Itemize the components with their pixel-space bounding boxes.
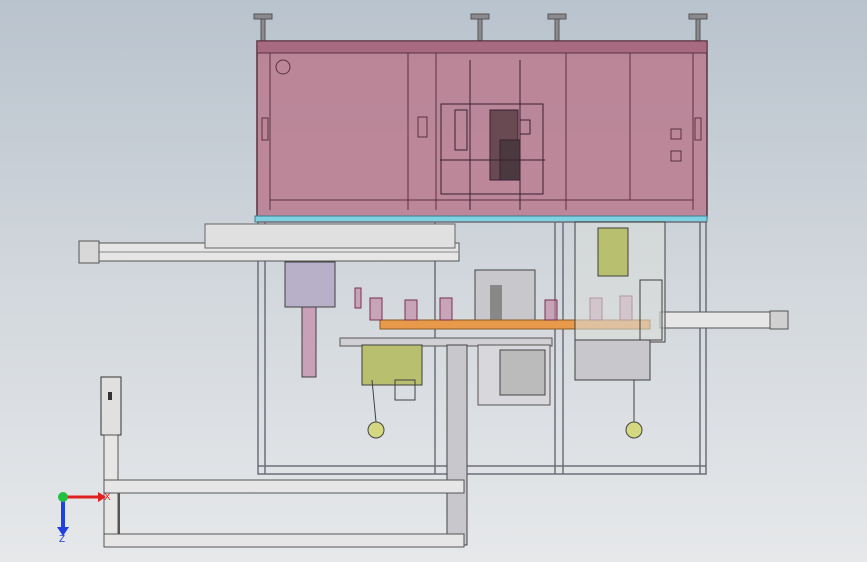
leveling-feet bbox=[253, 13, 708, 42]
y-axis-origin bbox=[58, 492, 68, 502]
z-axis-label: Z bbox=[59, 534, 65, 544]
coordinate-triad: X Z bbox=[57, 492, 111, 544]
upper-enclosure bbox=[253, 13, 708, 218]
cad-viewport[interactable] bbox=[0, 0, 867, 562]
outfeed-conveyor bbox=[659, 310, 789, 330]
infeed-conveyor bbox=[78, 223, 460, 264]
supply-pipe bbox=[100, 376, 465, 548]
right-mechanism bbox=[574, 221, 666, 439]
x-axis-label: X bbox=[104, 492, 111, 503]
left-mechanism bbox=[284, 261, 423, 439]
accent-strip bbox=[254, 215, 708, 223]
